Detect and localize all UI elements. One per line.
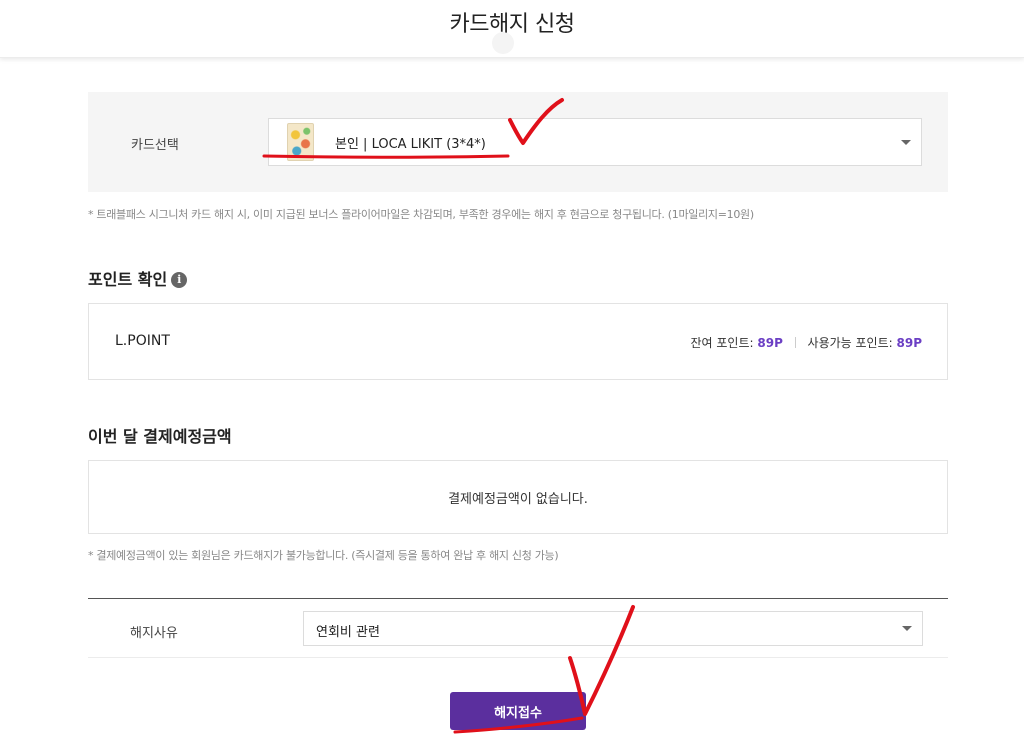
balance-label: 잔여 포인트: — [690, 336, 754, 350]
points-section-title: 포인트 확인 i — [88, 266, 188, 290]
points-box: L.POINT 잔여 포인트: 89P 사용가능 포인트: 89P — [88, 303, 948, 380]
point-type-name: L.POINT — [115, 333, 170, 349]
card-cancel-notice: * 트래블패스 시그니처 카드 해지 시, 이미 지급된 보너스 플라이어마일은… — [88, 208, 754, 221]
points-summary: 잔여 포인트: 89P 사용가능 포인트: 89P — [690, 334, 922, 351]
divider — [794, 337, 796, 348]
payment-box: 결제예정금액이 없습니다. — [88, 460, 948, 534]
reason-select-dropdown[interactable]: 연회비 관련 — [303, 611, 923, 646]
page-title: 카드해지 신청 — [449, 12, 575, 37]
submit-cancel-button[interactable]: 해지접수 — [450, 692, 586, 730]
card-select-label: 카드선택 — [131, 138, 179, 153]
payment-message: 결제예정금액이 없습니다. — [448, 492, 588, 507]
card-thumbnail — [287, 123, 314, 161]
usable-label: 사용가능 포인트: — [807, 336, 893, 350]
payment-notice: * 결제예정금액이 있는 회원님은 카드해지가 불가능합니다. (즉시결제 등을… — [88, 549, 559, 562]
reason-select-value: 연회비 관련 — [316, 625, 380, 640]
chevron-down-icon — [901, 140, 911, 145]
reason-row: 해지사유 연회비 관련 — [88, 598, 948, 658]
step-indicator — [492, 32, 514, 54]
card-select-dropdown[interactable]: 본인 | LOCA LIKIT (3*4*) — [268, 118, 922, 166]
chevron-down-icon — [902, 626, 912, 631]
balance-value: 89P — [757, 336, 783, 350]
payment-section-title: 이번 달 결제예정금액 — [88, 427, 232, 446]
points-title-text: 포인트 확인 — [88, 270, 168, 289]
card-select-value: 본인 | LOCA LIKIT (3*4*) — [335, 137, 486, 152]
reason-label: 해지사유 — [130, 626, 178, 641]
info-icon[interactable]: i — [171, 272, 188, 288]
usable-value: 89P — [896, 336, 923, 350]
page-header: 카드해지 신청 — [0, 0, 1024, 58]
